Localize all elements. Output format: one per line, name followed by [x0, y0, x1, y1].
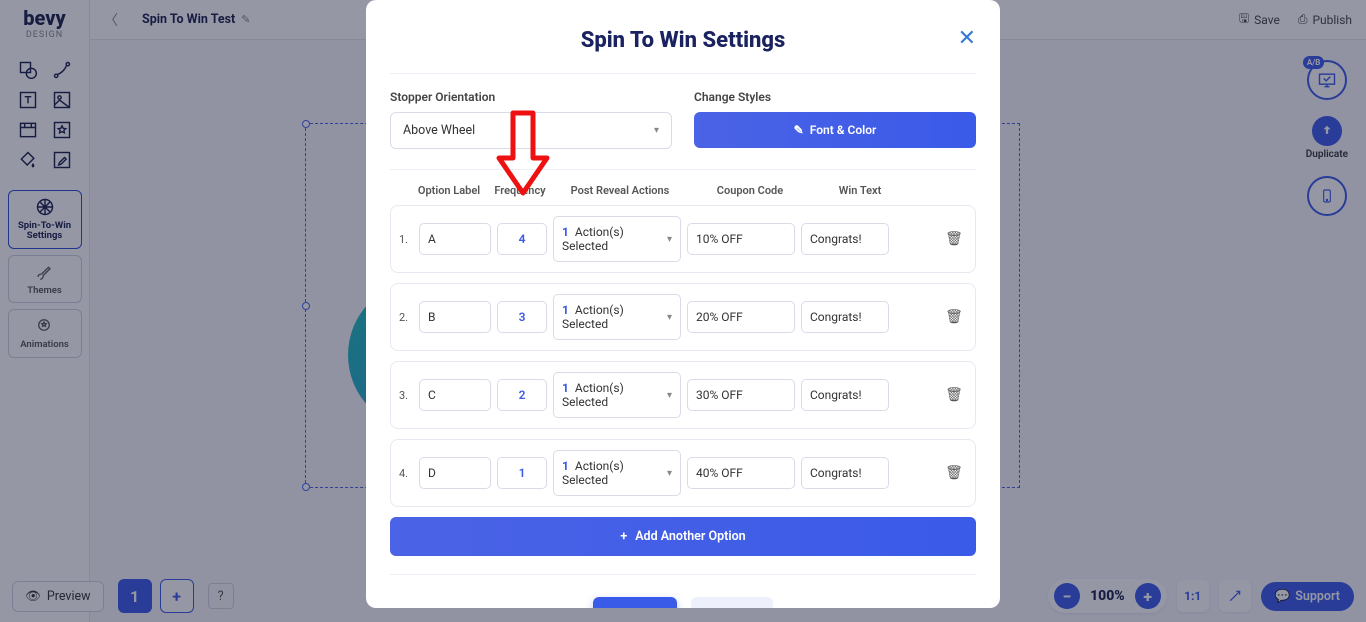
row-index: 3. — [399, 389, 413, 402]
chevron-down-icon: ▾ — [667, 234, 672, 245]
chevron-down-icon: ▾ — [667, 390, 672, 401]
stopper-value: Above Wheel — [403, 123, 475, 138]
option-label-input[interactable] — [419, 301, 491, 333]
row-index: 4. — [399, 467, 413, 480]
option-row: 3. 1 Action(s) Selected ▾ 🗑 — [390, 361, 976, 429]
post-reveal-actions-select[interactable]: 1 Action(s) Selected ▾ — [553, 216, 681, 262]
coupon-code-input[interactable] — [687, 301, 795, 333]
update-button[interactable]: Update — [593, 597, 677, 608]
option-row: 1. 1 Action(s) Selected ▾ 🗑 — [390, 205, 976, 273]
post-reveal-actions-select[interactable]: 1 Action(s) Selected ▾ — [553, 450, 681, 496]
add-option-button[interactable]: + Add Another Option — [390, 517, 976, 556]
post-reveal-actions-select[interactable]: 1 Action(s) Selected ▾ — [553, 294, 681, 340]
win-text-input[interactable] — [801, 223, 889, 255]
chevron-down-icon: ▾ — [667, 468, 672, 479]
win-text-input[interactable] — [801, 301, 889, 333]
spin-settings-modal: Spin To Win Settings ✕ Stopper Orientati… — [366, 0, 1000, 608]
option-label-input[interactable] — [419, 223, 491, 255]
plus-icon: + — [620, 529, 627, 544]
options-table-header: Option Label Frequency Post Reveal Actio… — [390, 170, 976, 205]
chevron-down-icon: ▾ — [667, 312, 672, 323]
header-actions: Post Reveal Actions — [550, 184, 690, 197]
option-label-input[interactable] — [419, 457, 491, 489]
chevron-down-icon: ▾ — [654, 125, 659, 136]
delete-row-button[interactable]: 🗑 — [941, 382, 967, 408]
options-list: 1. 1 Action(s) Selected ▾ 🗑 2. 1 Action(… — [390, 205, 976, 507]
delete-row-button[interactable]: 🗑 — [941, 460, 967, 486]
row-index: 1. — [399, 233, 413, 246]
win-text-input[interactable] — [801, 457, 889, 489]
modal-title: Spin To Win Settings — [581, 28, 786, 53]
cancel-button[interactable]: Cancel — [691, 597, 773, 608]
option-row: 4. 1 Action(s) Selected ▾ 🗑 — [390, 439, 976, 507]
post-reveal-actions-select[interactable]: 1 Action(s) Selected ▾ — [553, 372, 681, 418]
styles-label: Change Styles — [694, 90, 976, 104]
option-row: 2. 1 Action(s) Selected ▾ 🗑 — [390, 283, 976, 351]
header-frequency: Frequency — [490, 184, 550, 197]
delete-row-button[interactable]: 🗑 — [941, 226, 967, 252]
font-color-button[interactable]: ✎ Font & Color — [694, 112, 976, 148]
win-text-input[interactable] — [801, 379, 889, 411]
coupon-code-input[interactable] — [687, 457, 795, 489]
header-win: Win Text — [810, 184, 910, 197]
row-index: 2. — [399, 311, 413, 324]
coupon-code-input[interactable] — [687, 379, 795, 411]
frequency-input[interactable] — [497, 223, 547, 255]
close-button[interactable]: ✕ — [958, 26, 976, 51]
header-option-label: Option Label — [408, 184, 490, 197]
option-label-input[interactable] — [419, 379, 491, 411]
stopper-label: Stopper Orientation — [390, 90, 672, 104]
coupon-code-input[interactable] — [687, 223, 795, 255]
frequency-input[interactable] — [497, 379, 547, 411]
delete-row-button[interactable]: 🗑 — [941, 304, 967, 330]
pencil-icon: ✎ — [794, 123, 804, 137]
header-coupon: Coupon Code — [690, 184, 810, 197]
frequency-input[interactable] — [497, 301, 547, 333]
stopper-orientation-select[interactable]: Above Wheel ▾ — [390, 112, 672, 149]
frequency-input[interactable] — [497, 457, 547, 489]
